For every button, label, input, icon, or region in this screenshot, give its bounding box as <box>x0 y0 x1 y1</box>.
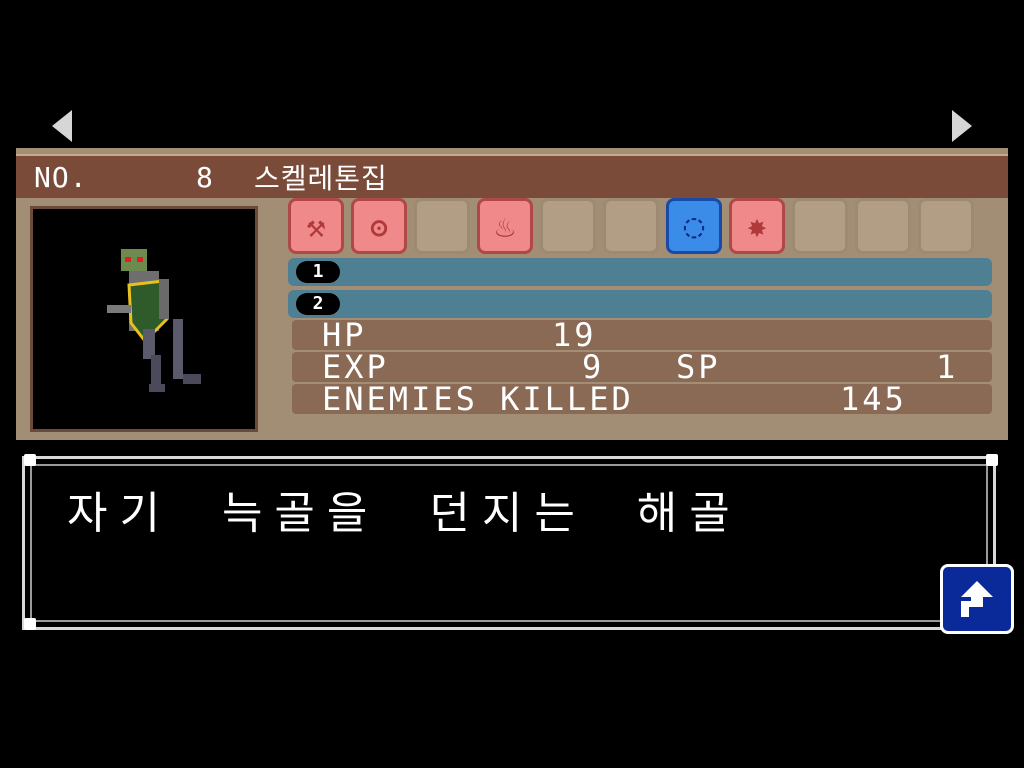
slot-1-badge: 1 <box>296 261 340 283</box>
fire-icon: ♨ <box>477 198 533 254</box>
skeleton-sprite-icon <box>107 249 201 392</box>
enemy-number: 8 <box>196 160 214 194</box>
prev-page-arrow-icon[interactable] <box>52 110 72 142</box>
corner-ornament <box>24 618 36 630</box>
return-arrow-icon <box>961 581 993 617</box>
slot-2-badge: 2 <box>296 293 340 315</box>
sp-label: SP <box>676 348 721 386</box>
stats-block: HP 19 EXP 9 SP 1 ENEMIES KILLED 145 <box>292 316 992 418</box>
holy-icon: ✸ <box>729 198 785 254</box>
hammer-icon: ⚒ <box>288 198 344 254</box>
enemy-portrait <box>30 206 258 432</box>
hp-label: HP <box>322 316 367 354</box>
return-button[interactable] <box>940 564 1014 634</box>
hp-value: 19 <box>552 316 597 354</box>
resistance-slot-empty <box>855 198 911 254</box>
next-page-arrow-icon[interactable] <box>952 110 972 142</box>
drop-slot-1: 1 <box>288 258 992 286</box>
corner-ornament <box>986 454 998 466</box>
hp-row <box>292 320 992 350</box>
resistance-icons: ⚒ ʘ ♨ ◌ ✸ <box>288 198 974 254</box>
enemy-description: 자기 늑골을 던지는 해골 <box>67 488 742 539</box>
drop-slot-2: 2 <box>288 290 992 318</box>
number-label: NO. <box>34 160 88 194</box>
resistance-slot-empty <box>540 198 596 254</box>
kills-value: 145 <box>840 380 907 418</box>
kills-label: ENEMIES KILLED <box>322 380 634 418</box>
whip-icon: ʘ <box>351 198 407 254</box>
enemy-header: NO. 8 스켈레톤집 <box>16 154 1008 198</box>
sp-value: 1 <box>936 348 959 386</box>
exp-row <box>292 352 992 382</box>
ice-icon: ◌ <box>666 198 722 254</box>
resistance-slot-empty <box>603 198 659 254</box>
resistance-slot-empty <box>414 198 470 254</box>
exp-value: 9 <box>582 348 605 386</box>
resistance-slot-empty <box>918 198 974 254</box>
resistance-slot-empty <box>792 198 848 254</box>
description-box: 자기 늑골을 던지는 해골 <box>22 456 996 630</box>
enemy-name: 스켈레톤집 <box>254 162 388 195</box>
corner-ornament <box>24 454 36 466</box>
exp-label: EXP <box>322 348 389 386</box>
